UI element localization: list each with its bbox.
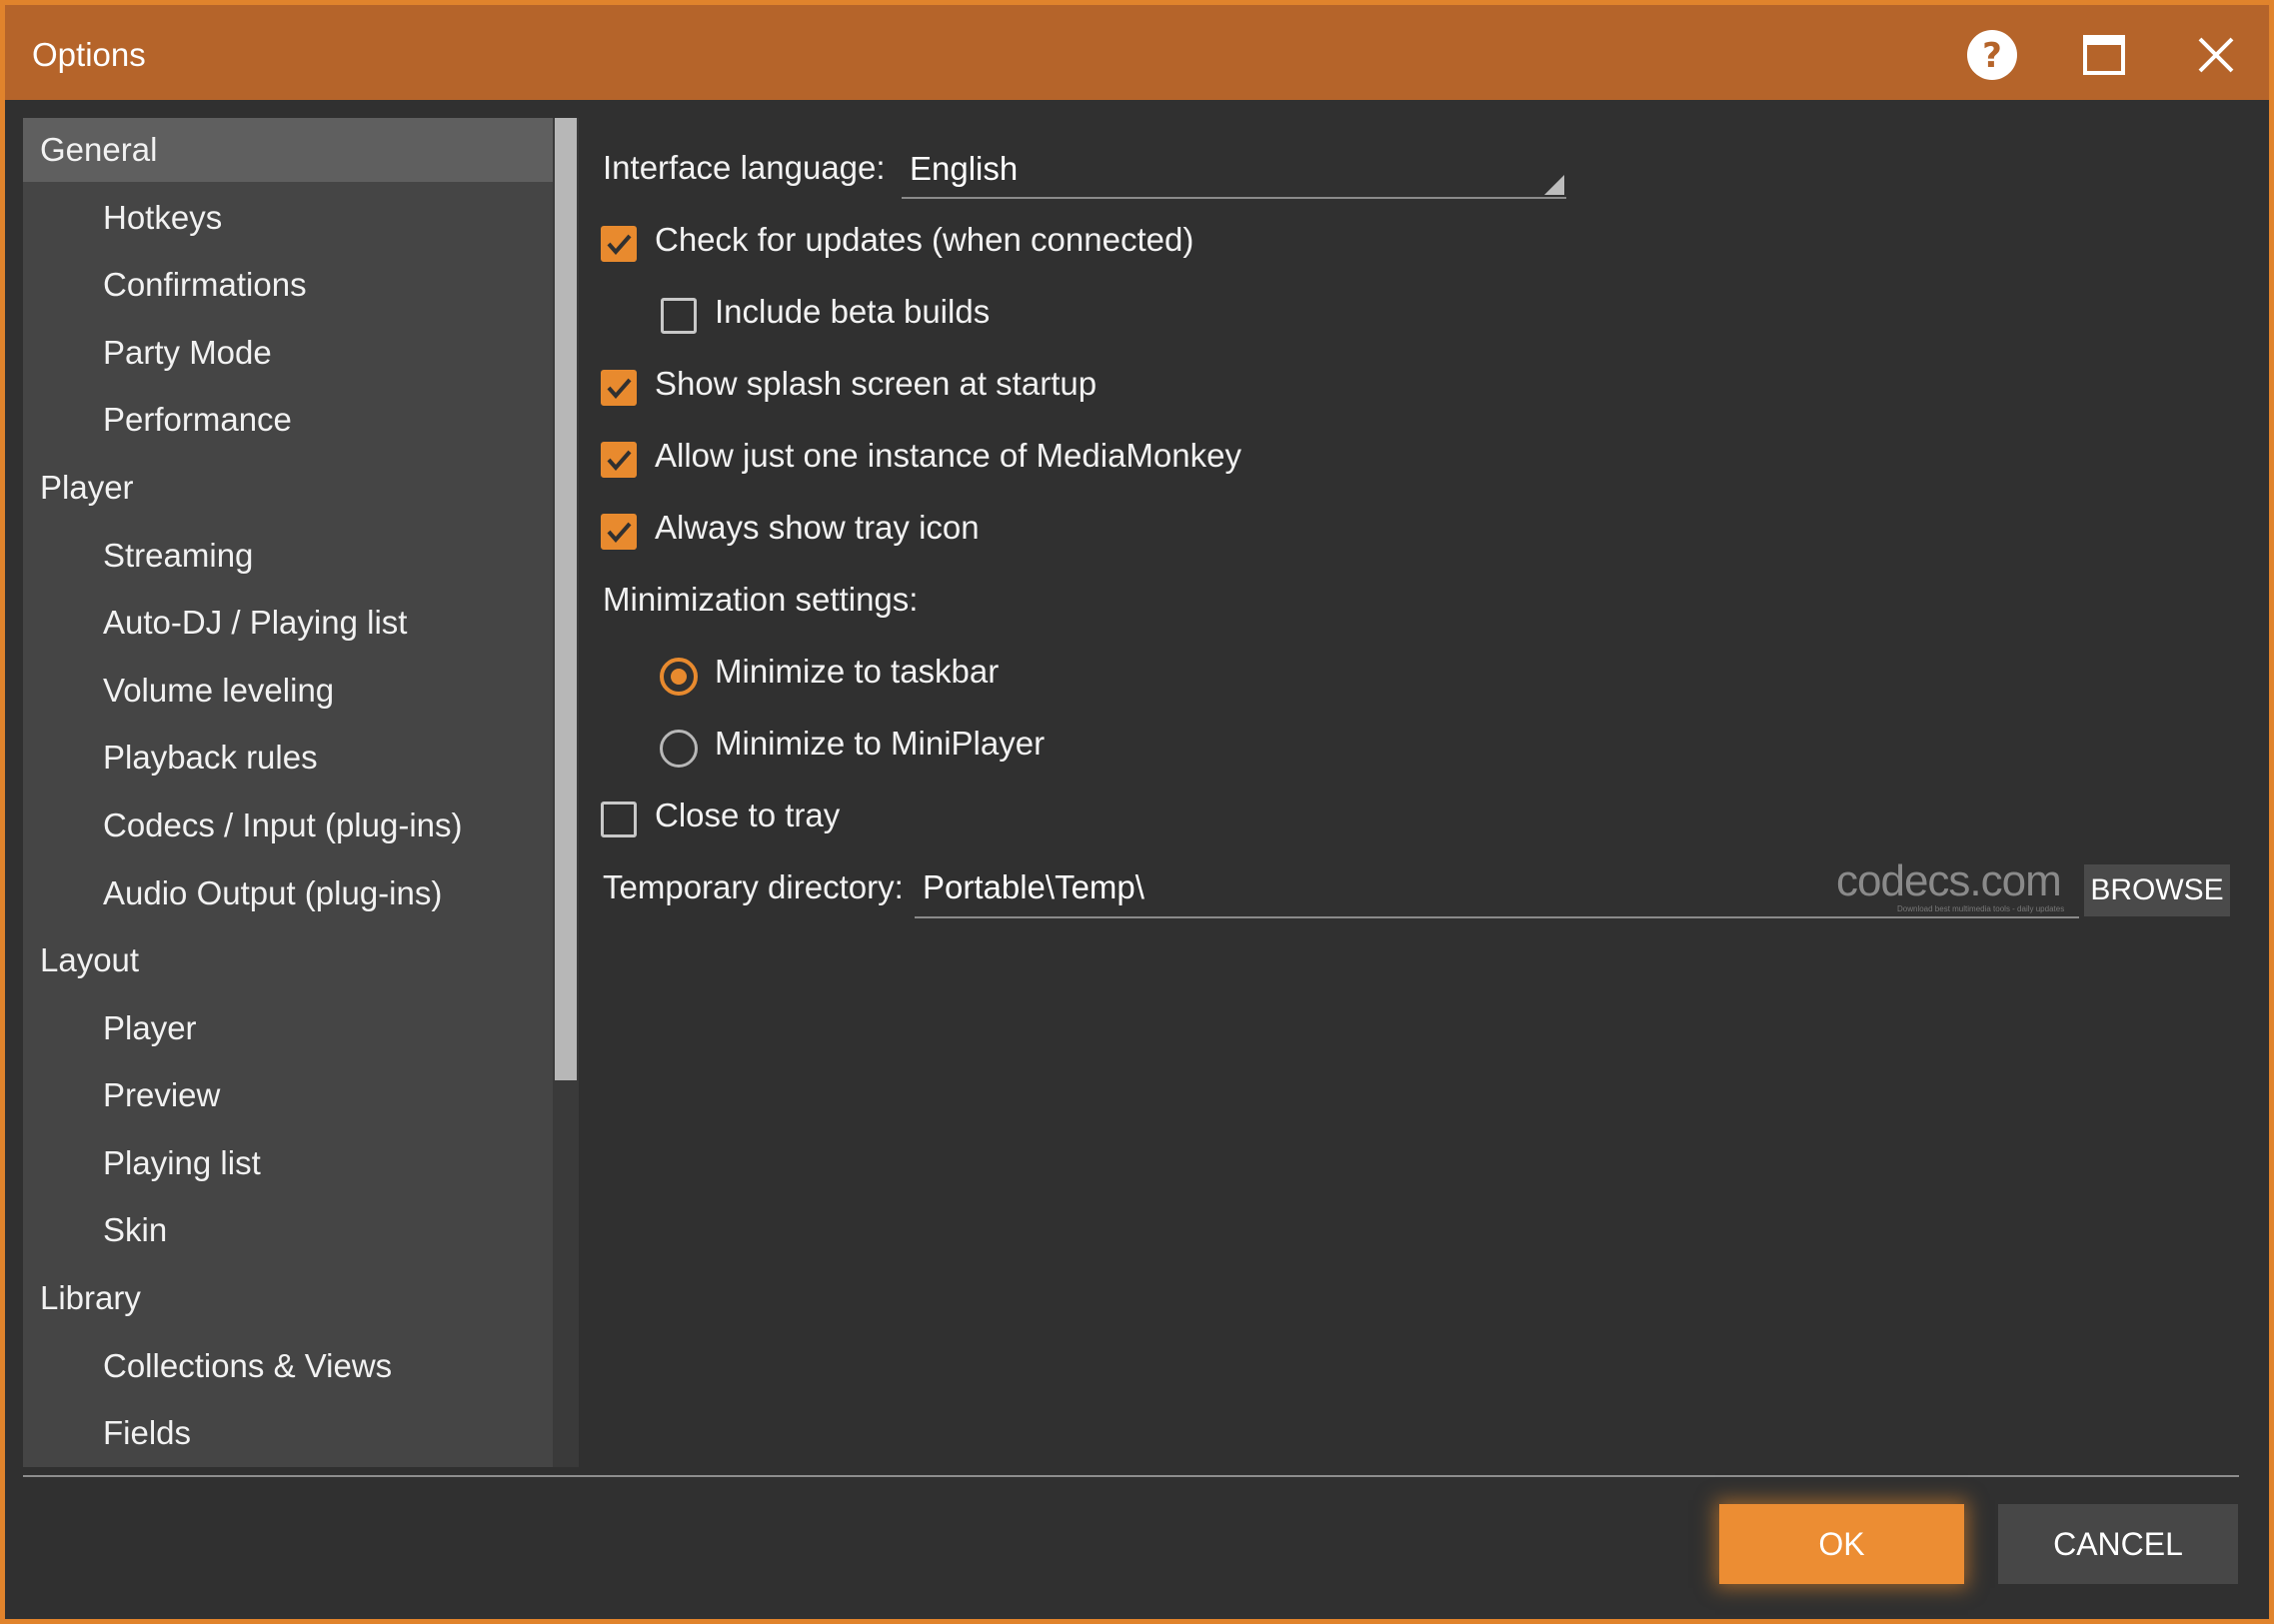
browse-button[interactable]: BROWSE bbox=[2084, 864, 2230, 916]
sidebar-scrollbar-thumb[interactable] bbox=[555, 118, 577, 1080]
include-beta-label[interactable]: Include beta builds bbox=[715, 293, 990, 331]
question-circle-icon: ? bbox=[1967, 30, 2017, 80]
close-to-tray-checkbox[interactable] bbox=[601, 802, 637, 837]
splash-screen-checkbox[interactable] bbox=[601, 370, 637, 406]
sidebar-item-performance[interactable]: Performance bbox=[23, 388, 553, 452]
minimize-miniplayer-label[interactable]: Minimize to MiniPlayer bbox=[715, 725, 1045, 763]
temp-directory-label: Temporary directory: bbox=[603, 868, 904, 905]
sidebar-item-confirmations[interactable]: Confirmations bbox=[23, 253, 553, 317]
tray-icon-checkbox[interactable] bbox=[601, 514, 637, 550]
options-dialog: Options ? General Hotkeys Confirmations … bbox=[0, 0, 2274, 1624]
sidebar-item-volume-leveling[interactable]: Volume leveling bbox=[23, 659, 553, 723]
interface-language-value: English bbox=[910, 150, 1019, 187]
sidebar-item-playback-rules[interactable]: Playback rules bbox=[23, 726, 553, 790]
minimization-settings-label: Minimization settings: bbox=[603, 581, 919, 618]
sidebar-item-streaming[interactable]: Streaming bbox=[23, 524, 553, 588]
close-icon bbox=[2198, 37, 2234, 73]
one-instance-checkbox[interactable] bbox=[601, 442, 637, 478]
maximize-icon bbox=[2083, 35, 2125, 75]
close-to-tray-label[interactable]: Close to tray bbox=[655, 797, 840, 834]
minimize-taskbar-label[interactable]: Minimize to taskbar bbox=[715, 653, 999, 691]
sidebar-item-auto-dj[interactable]: Auto-DJ / Playing list bbox=[23, 591, 553, 655]
title-bar: Options ? bbox=[5, 5, 2269, 100]
sidebar-item-party-mode[interactable]: Party Mode bbox=[23, 321, 553, 385]
interface-language-dropdown[interactable]: English bbox=[902, 145, 1566, 199]
watermark-tagline: Download best multimedia tools - daily u… bbox=[1897, 904, 2065, 913]
ok-button[interactable]: OK bbox=[1719, 1504, 1964, 1584]
tray-icon-label[interactable]: Always show tray icon bbox=[655, 509, 980, 547]
sidebar-item-player[interactable]: Player bbox=[23, 456, 553, 520]
cancel-button[interactable]: CANCEL bbox=[1998, 1504, 2238, 1584]
footer-divider bbox=[23, 1475, 2239, 1477]
sidebar-item-preview[interactable]: Preview bbox=[23, 1063, 553, 1127]
sidebar-item-general[interactable]: General bbox=[23, 118, 553, 182]
minimize-taskbar-radio[interactable] bbox=[660, 658, 698, 696]
interface-language-label: Interface language: bbox=[603, 149, 886, 186]
include-beta-checkbox[interactable] bbox=[661, 298, 697, 334]
maximize-button[interactable] bbox=[2074, 25, 2134, 85]
sidebar-item-collections-views[interactable]: Collections & Views bbox=[23, 1334, 553, 1398]
window-title: Options bbox=[32, 36, 146, 73]
check-updates-label[interactable]: Check for updates (when connected) bbox=[655, 221, 1193, 259]
one-instance-label[interactable]: Allow just one instance of MediaMonkey bbox=[655, 437, 1241, 475]
checkmark-icon bbox=[607, 522, 632, 544]
help-button[interactable]: ? bbox=[1962, 25, 2022, 85]
splash-screen-label[interactable]: Show splash screen at startup bbox=[655, 365, 1097, 403]
sidebar-item-hotkeys[interactable]: Hotkeys bbox=[23, 186, 553, 250]
sidebar-item-audio-output[interactable]: Audio Output (plug-ins) bbox=[23, 861, 553, 925]
checkmark-icon bbox=[607, 450, 632, 472]
checkmark-icon bbox=[607, 234, 632, 256]
checkmark-icon bbox=[607, 378, 632, 400]
close-button[interactable] bbox=[2186, 25, 2246, 85]
options-sidebar: General Hotkeys Confirmations Party Mode… bbox=[23, 118, 579, 1467]
sidebar-item-library[interactable]: Library bbox=[23, 1266, 553, 1330]
sidebar-item-layout[interactable]: Layout bbox=[23, 928, 553, 992]
sidebar-item-skin[interactable]: Skin bbox=[23, 1198, 553, 1262]
sidebar-item-fields[interactable]: Fields bbox=[23, 1401, 553, 1465]
minimize-miniplayer-radio[interactable] bbox=[660, 730, 698, 768]
watermark-logo: codecs.com bbox=[1836, 856, 2062, 905]
sidebar-item-playing-list[interactable]: Playing list bbox=[23, 1131, 553, 1195]
check-updates-checkbox[interactable] bbox=[601, 226, 637, 262]
temp-directory-value: Portable\Temp\ bbox=[923, 868, 1144, 905]
sidebar-item-layout-player[interactable]: Player bbox=[23, 996, 553, 1060]
dialog-content: General Hotkeys Confirmations Party Mode… bbox=[5, 100, 2269, 1619]
dropdown-arrow-icon bbox=[1544, 175, 1564, 195]
sidebar-item-codecs-input[interactable]: Codecs / Input (plug-ins) bbox=[23, 794, 553, 857]
svg-text:?: ? bbox=[1982, 36, 2002, 76]
